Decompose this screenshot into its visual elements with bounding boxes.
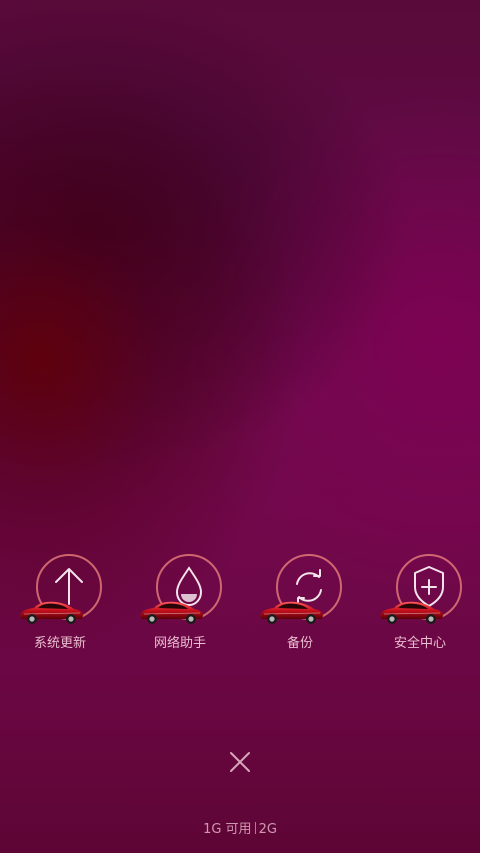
divider [254, 822, 256, 834]
car-icon [376, 596, 446, 626]
tool-security-center[interactable]: 安全中心 [360, 548, 480, 658]
tool-label: 网络助手 [153, 636, 206, 651]
system-update-icon-wrap [22, 554, 112, 624]
tool-network-assistant[interactable]: 网络助手 [120, 548, 240, 658]
security-center-icon-wrap [382, 554, 472, 624]
memory-status: 1G 可用 2G [0, 818, 480, 837]
tool-label: 备份 [286, 636, 313, 651]
network-assistant-icon-wrap [142, 554, 232, 624]
tool-label: 安全中心 [393, 636, 446, 651]
car-icon [256, 596, 326, 626]
memory-available: 1G 可用 [203, 822, 252, 837]
tool-label: 系统更新 [33, 636, 86, 651]
tool-backup[interactable]: 备份 [240, 548, 360, 658]
close-icon[interactable] [224, 746, 256, 778]
car-icon [136, 596, 206, 626]
car-icon [16, 596, 86, 626]
quick-tools-bar: 系统更新 网络助手 备份 安全中心 [0, 548, 480, 658]
memory-total: 2G [258, 822, 277, 837]
tool-system-update[interactable]: 系统更新 [0, 548, 120, 658]
backup-icon-wrap [262, 554, 352, 624]
